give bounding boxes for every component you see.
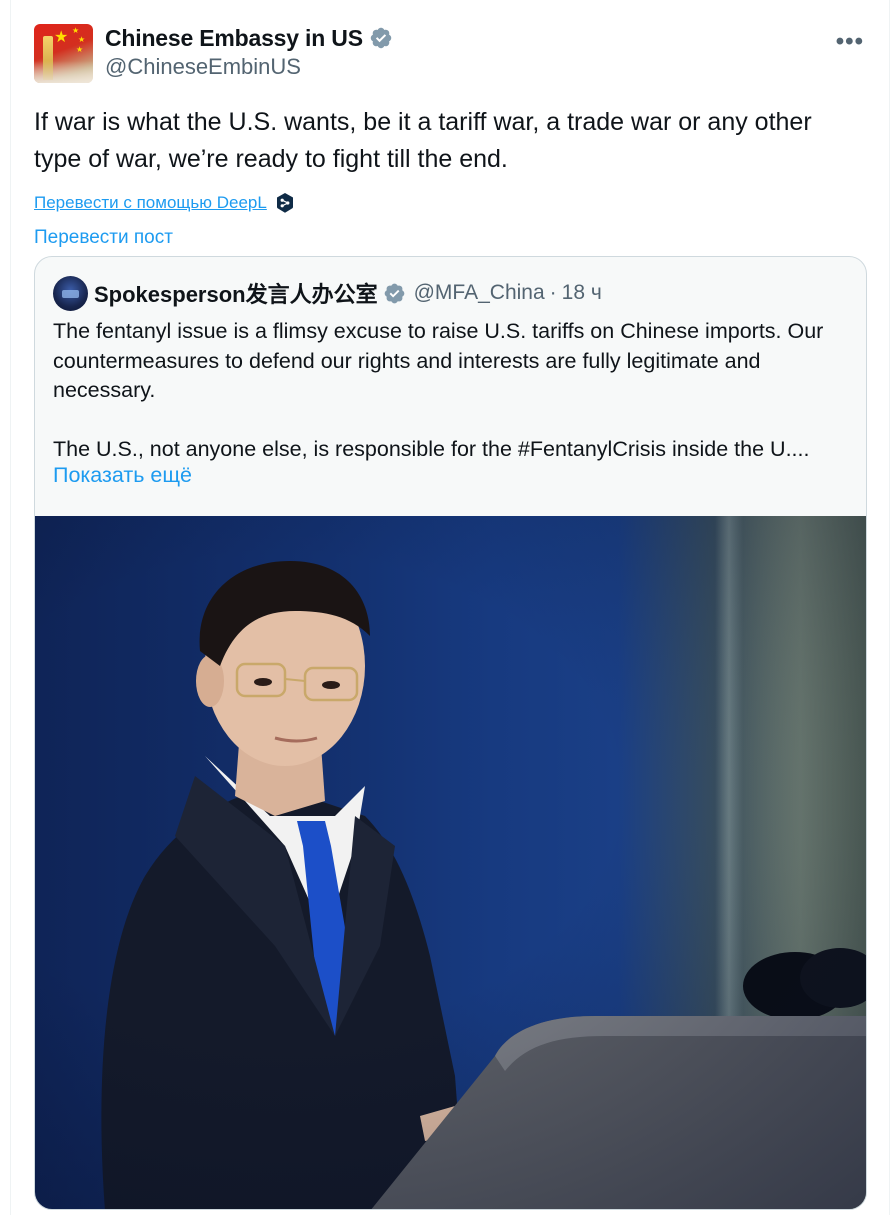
quoted-paragraph: The fentanyl issue is a flimsy excuse to… — [53, 319, 824, 402]
quoted-tweet-photo[interactable] — [35, 516, 866, 1209]
deepl-translate-link[interactable]: Перевести с помощью DeepL — [34, 193, 267, 213]
author-names: Chinese Embassy in US @ChineseEmbinUS — [105, 24, 393, 80]
verified-badge-icon[interactable] — [369, 26, 393, 50]
author-handle[interactable]: @ChineseEmbinUS — [105, 54, 393, 80]
author-display-name[interactable]: Chinese Embassy in US — [105, 25, 363, 52]
quoted-tweet-header: Spokesperson发言人办公室 @MFA_China · 18 ч — [53, 275, 602, 311]
frame-left-border — [10, 0, 11, 1215]
quoted-paragraph: The U.S., not anyone else, is responsibl… — [53, 437, 810, 461]
more-options-icon[interactable]: ••• — [836, 28, 864, 56]
quoted-tweet-text: The fentanyl issue is a flimsy excuse to… — [53, 317, 853, 465]
photo-vignette — [35, 516, 866, 1209]
quoted-author-display-name[interactable]: Spokesperson发言人办公室 — [94, 277, 378, 309]
flag-star-icon: ★ — [78, 35, 86, 44]
tweet-text: If war is what the U.S. wants, be it a t… — [34, 108, 812, 173]
quoted-author-avatar[interactable] — [53, 275, 88, 311]
quoted-tweet[interactable]: Spokesperson发言人办公室 @MFA_China · 18 ч The… — [34, 256, 867, 1210]
author-avatar[interactable]: ★ ★ ★ ★ — [34, 24, 93, 83]
avatar-fade — [34, 61, 93, 83]
deepl-translate-row: Перевести с помощью DeepL — [34, 191, 866, 215]
tweet: ★ ★ ★ ★ Chinese Embassy in US @ChineseEm… — [34, 22, 866, 249]
translate-post-link[interactable]: Перевести пост — [34, 227, 866, 249]
quoted-author-handle[interactable]: @MFA_China — [414, 281, 545, 305]
show-more-link[interactable]: Показать ещё — [53, 463, 192, 488]
quoted-separator: · — [549, 281, 557, 304]
frame-right-border — [889, 0, 890, 1215]
quoted-timestamp[interactable]: 18 ч — [562, 281, 602, 305]
tweet-header: ★ ★ ★ ★ Chinese Embassy in US @ChineseEm… — [34, 22, 866, 84]
flag-star-icon: ★ — [76, 45, 84, 54]
deepl-icon[interactable] — [275, 192, 295, 214]
verified-badge-icon[interactable] — [383, 282, 406, 305]
flag-star-icon: ★ — [72, 26, 80, 35]
flag-star-icon: ★ — [54, 29, 69, 46]
display-name-row: Chinese Embassy in US — [105, 24, 393, 52]
